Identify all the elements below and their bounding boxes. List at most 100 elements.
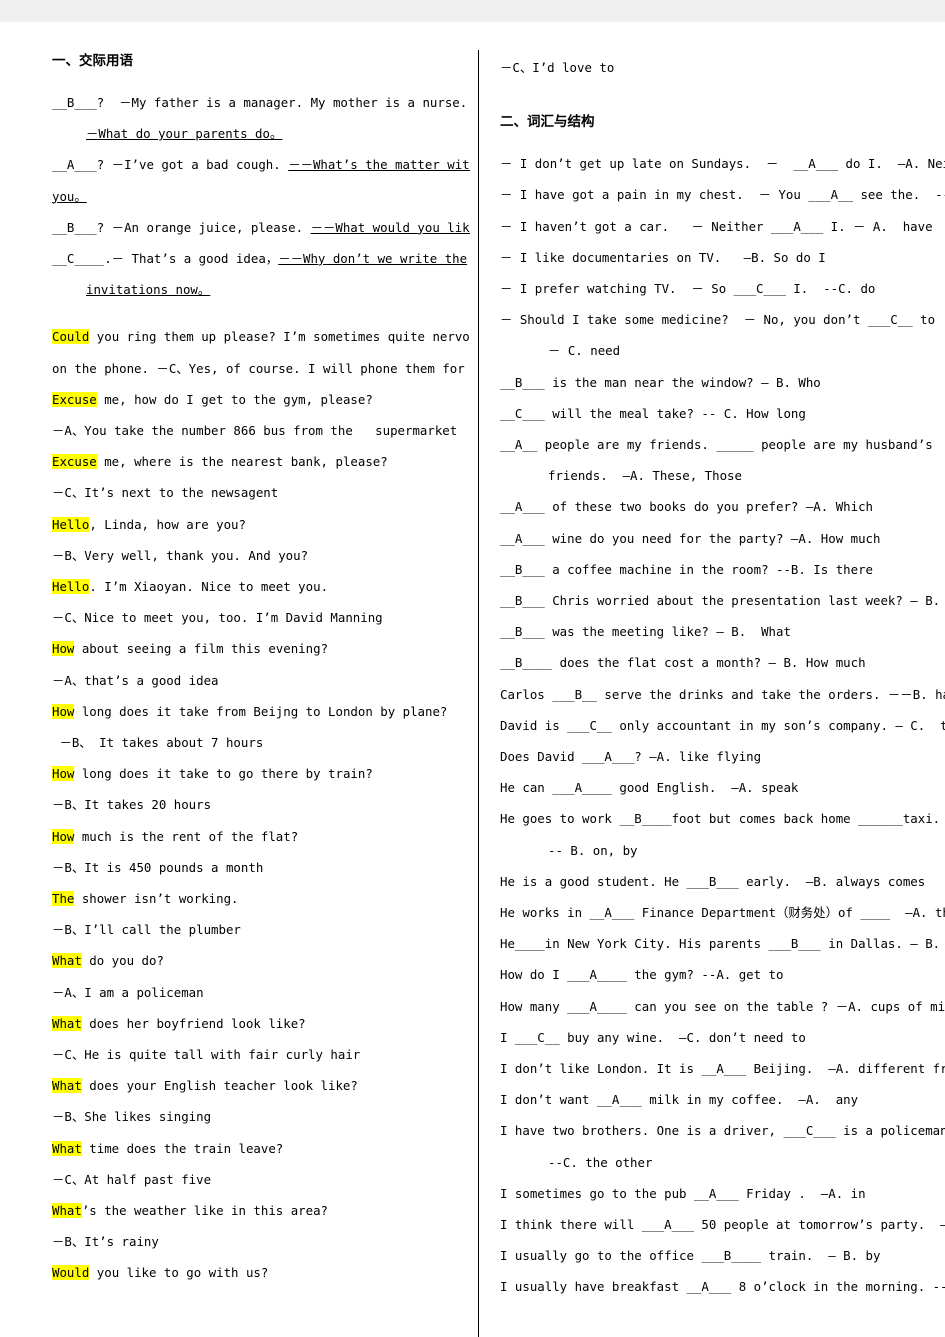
answer-line: I don’t like London. It is __A___ Beijin…	[500, 1053, 945, 1084]
line-text: －C、Nice to meet you, too. I’m David Mann…	[52, 610, 383, 626]
answer-line: __A___ of these two books do you prefer?…	[500, 491, 945, 522]
line-text: He can ___A____ good English. —A. speak	[500, 780, 799, 796]
answer-line: you。	[52, 181, 470, 212]
line-text: __C___ will the meal take? -- C. How lon…	[500, 405, 806, 421]
prompt-line: What do you do?	[52, 945, 470, 976]
answer-line: I usually go to the office ___B____ trai…	[500, 1240, 945, 1271]
answer-line: __B___ was the meeting like? — B. What	[500, 616, 945, 647]
highlighted-keyword: Could	[52, 329, 90, 345]
line-text: __B___? －An orange juice, please.	[52, 219, 311, 235]
line-text: －C、At half past five	[52, 1171, 212, 1187]
highlighted-keyword: How	[52, 828, 75, 844]
underlined-answer: －－What would you like 。	[310, 219, 470, 235]
prompt-line: What does her boyfriend look like?	[52, 1008, 470, 1039]
line-text: － I don’t get up late on Sundays. － __A_…	[500, 156, 945, 172]
line-text: I don’t like London. It is __A___ Beijin…	[500, 1060, 945, 1076]
answer-line: He works in __A___ Finance Department（财务…	[500, 897, 945, 928]
answer-line: －B、It’s rainy	[52, 1226, 470, 1257]
line-text: __B___ is the man near the window? — B. …	[500, 374, 821, 390]
prompt-text: does her boyfriend look like?	[81, 1015, 306, 1031]
line-text: －B、I’ll call the plumber	[52, 922, 241, 938]
line-text: － I prefer watching TV. － So ___C___ I. …	[500, 280, 876, 296]
line-text: － I like documentaries on TV. —B. So do …	[500, 249, 826, 265]
carryover-answer-line: －C、I’d love to	[500, 60, 615, 75]
prompt-text: , Linda, how are you?	[89, 516, 246, 532]
two-column-layout: 一、交际用语 __B___? －My father is a manager. …	[0, 22, 945, 1337]
line-text: __A__ people are my friends. _____ peopl…	[500, 436, 933, 452]
right-column-body: － I don’t get up late on Sundays. － __A_…	[500, 148, 945, 1303]
highlighted-keyword: Excuse	[52, 454, 97, 470]
highlighted-keyword: The	[52, 890, 75, 906]
answer-line: He goes to work __B____foot but comes ba…	[500, 803, 945, 834]
prompt-line: The shower isn’t working.	[52, 883, 470, 914]
prompt-line: Could you ring them up please? I’m somet…	[52, 321, 470, 352]
line-text: －B、It is 450 pounds a month	[52, 859, 264, 875]
answer-line: －C、He is quite tall with fair curly hair	[52, 1039, 470, 1070]
line-text: －B、She likes singing	[52, 1109, 212, 1125]
answer-line: __B___ is the man near the window? — B. …	[500, 367, 945, 398]
line-text: __C____.－ That’s a good idea，	[52, 250, 279, 266]
answer-line: －B、I’ll call the plumber	[52, 914, 470, 945]
prompt-line: Excuse me, how do I get to the gym, plea…	[52, 384, 470, 415]
answer-line: __A__ people are my friends. _____ peopl…	[500, 429, 945, 460]
right-column: －C、I’d love to 二、词汇与结构 － I don’t get up …	[470, 22, 945, 1337]
line-text: －A、You take the number 866 bus from the …	[52, 422, 458, 438]
line-text: － I haven’t got a car. － Neither ___A___…	[500, 218, 933, 234]
highlighted-keyword: What	[52, 1015, 82, 1031]
line-text: －A、that’s a good idea	[52, 672, 219, 688]
prompt-line: How long does it take to go there by tra…	[52, 758, 470, 789]
highlighted-keyword: What	[52, 1203, 82, 1218]
answer-line: I think there will ___A___ 50 people at …	[500, 1209, 945, 1240]
line-text: － Should I take some medicine? － No, you…	[500, 312, 936, 328]
answer-line: I sometimes go to the pub __A___ Friday …	[500, 1178, 945, 1209]
line-text: He____in New York City. His parents ___B…	[500, 936, 945, 952]
line-text: __B____ does the flat cost a month? — B.…	[500, 655, 866, 671]
highlighted-keyword: How	[52, 641, 75, 657]
answer-line: __B___ a coffee machine in the room? --B…	[500, 554, 945, 585]
answer-line: Carlos ___B__ serve the drinks and take …	[500, 679, 945, 710]
answer-line: __B____ does the flat cost a month? — B.…	[500, 647, 945, 678]
answer-line: __A___ wine do you need for the party? —…	[500, 523, 945, 554]
underlined-answer: －－What’s the matter with	[288, 157, 470, 173]
answer-line: － I don’t get up late on Sundays. － __A_…	[500, 148, 945, 179]
line-text: -- B. on, by	[548, 842, 638, 858]
prompt-line: What does your English teacher look like…	[52, 1070, 470, 1101]
line-text: you。	[52, 188, 87, 204]
prompt-text: . I’m Xiaoyan. Nice to meet you.	[89, 578, 329, 594]
prompt-line: How long does it take from Beijng to Lon…	[52, 696, 470, 727]
answer-line: I ___C__ buy any wine. —C. don’t need to	[500, 1022, 945, 1053]
answer-line: － Should I take some medicine? － No, you…	[500, 304, 945, 335]
answer-line: －B、 It takes about 7 hours	[52, 727, 470, 758]
line-text: －A、I am a policeman	[52, 984, 204, 1000]
line-text: invitations now。	[86, 282, 211, 298]
left-column-body: __B___? －My father is a manager. My moth…	[52, 87, 470, 1289]
highlighted-keyword: Hello	[52, 578, 90, 594]
line-text: __B___ a coffee machine in the room? --B…	[500, 561, 873, 577]
answer-line: Does David ___A___? —A. like flying	[500, 741, 945, 772]
highlighted-keyword: Excuse	[52, 391, 97, 407]
line-text: －B、It takes 20 hours	[52, 797, 212, 813]
line-text: I have two brothers. One is a driver, __…	[500, 1123, 945, 1139]
line-text: Does David ___A___? —A. like flying	[500, 748, 762, 764]
answer-line: He can ___A____ good English. —A. speak	[500, 772, 945, 803]
line-text: __A___? －I’ve got a bad cough.	[52, 157, 289, 173]
line-text: －B、 It takes about 7 hours	[52, 734, 264, 750]
line-text: I usually go to the office ___B____ trai…	[500, 1248, 881, 1264]
line-text: He works in __A___ Finance Department（财务…	[500, 904, 945, 920]
line-text: － C. need	[548, 343, 621, 359]
answer-line: I have two brothers. One is a driver, __…	[500, 1115, 945, 1146]
answer-line: －B、Very well, thank you. And you?	[52, 540, 470, 571]
prompt-text: ’s the weather like in this area?	[81, 1203, 329, 1218]
answer-line: --C. the other	[500, 1147, 945, 1178]
answer-line: -- B. on, by	[500, 835, 945, 866]
prompt-line: What’s the weather like in this area?	[52, 1195, 470, 1226]
answer-line: __B___ Chris worried about the presentat…	[500, 585, 945, 616]
line-text: __B___ Chris worried about the presentat…	[500, 592, 945, 608]
prompt-text: me, where is the nearest bank, please?	[96, 454, 388, 470]
section-heading-vocabulary: 二、词汇与结构	[500, 114, 595, 131]
answer-line: － I have got a pain in my chest. － You _…	[500, 179, 945, 210]
question-line: __B___? －An orange juice, please. －－What…	[52, 212, 470, 243]
line-text: －C、He is quite tall with fair curly hair	[52, 1046, 361, 1062]
answer-line: － I like documentaries on TV. —B. So do …	[500, 242, 945, 273]
section-heading-communication: 一、交际用语	[52, 53, 133, 69]
